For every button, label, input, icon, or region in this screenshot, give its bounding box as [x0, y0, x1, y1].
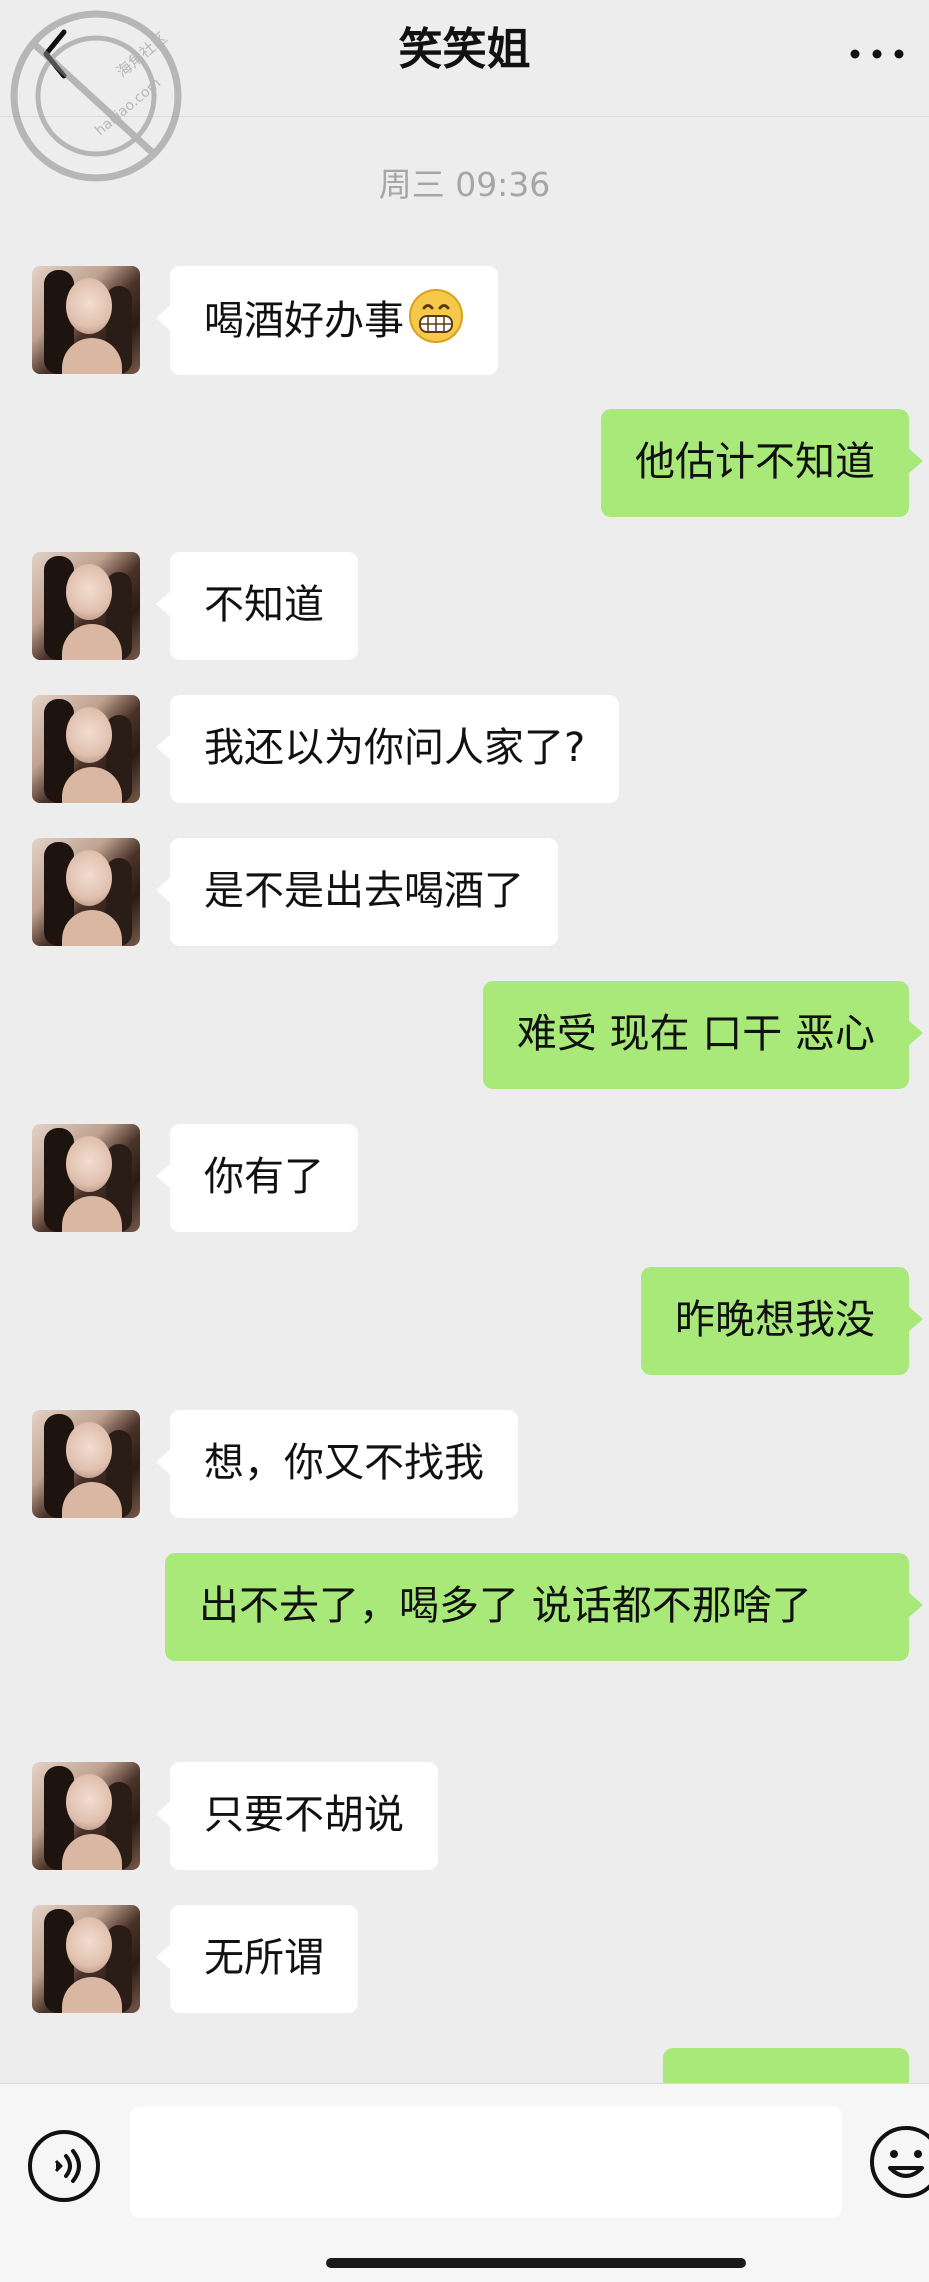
more-options-button[interactable]: [847, 34, 907, 74]
message-input[interactable]: [130, 2106, 842, 2218]
emoji-button[interactable]: [866, 2122, 929, 2202]
received-message-bubble[interactable]: 只要不胡说: [156, 1762, 438, 1870]
contact-avatar[interactable]: [32, 1410, 140, 1518]
message-text: 难受 现在 口干 恶心: [516, 1011, 875, 1057]
contact-avatar[interactable]: [32, 1762, 140, 1870]
contact-avatar[interactable]: [32, 695, 140, 803]
voice-button[interactable]: [26, 2128, 102, 2204]
contact-avatar[interactable]: [32, 838, 140, 946]
message-text: 昨晚想我没: [675, 1297, 875, 1343]
sent-message-bubble[interactable]: 出不去了，喝多了 说话都不那啥了: [165, 1553, 923, 1661]
received-message-bubble[interactable]: 你有了: [156, 1124, 358, 1232]
received-message-bubble[interactable]: 是不是出去喝酒了: [156, 838, 558, 946]
message-text: 我还以为你问人家了?: [204, 725, 586, 771]
grinning-emoji: [409, 289, 463, 343]
contact-avatar[interactable]: [32, 1905, 140, 2013]
message-text: 你有了: [204, 1154, 324, 1200]
message-text: 无所谓: [204, 1935, 324, 1981]
contact-avatar[interactable]: [32, 552, 140, 660]
voice-icon: [28, 2130, 100, 2202]
received-message-bubble[interactable]: 不知道: [156, 552, 358, 660]
message-text: 喝酒好办事: [204, 298, 404, 344]
received-message-bubble[interactable]: 无所谓: [156, 1905, 358, 2013]
message-text: 是不是出去喝酒了: [204, 868, 524, 914]
received-message-bubble[interactable]: 想，你又不找我: [156, 1410, 518, 1518]
message-text: 他估计不知道: [635, 439, 875, 485]
emoji-icon: [870, 2126, 929, 2198]
watermark-logo: 海角社区 haijiao.com: [10, 10, 182, 182]
message-text: 出不去了，喝多了 说话都不那啥了: [199, 1583, 812, 1629]
home-indicator: [326, 2258, 746, 2268]
received-message-bubble[interactable]: 我还以为你问人家了?: [155, 695, 620, 803]
sent-message-bubble[interactable]: 昨晚想我没: [641, 1267, 923, 1375]
svg-text:海角社区: 海角社区: [113, 29, 171, 81]
contact-avatar[interactable]: [32, 1124, 140, 1232]
message-text: 不知道: [204, 582, 324, 628]
sent-message-bubble[interactable]: 难受 现在 口干 恶心: [482, 981, 924, 1089]
received-message-bubble[interactable]: 喝酒好办事: [156, 266, 498, 375]
more-options-icon: [850, 49, 904, 59]
contact-avatar[interactable]: [32, 266, 140, 374]
sent-message-bubble[interactable]: 他估计不知道: [601, 409, 923, 517]
message-text: 只要不胡说: [204, 1792, 404, 1838]
input-bar: [0, 2083, 929, 2282]
message-text: 想，你又不找我: [204, 1440, 484, 1486]
